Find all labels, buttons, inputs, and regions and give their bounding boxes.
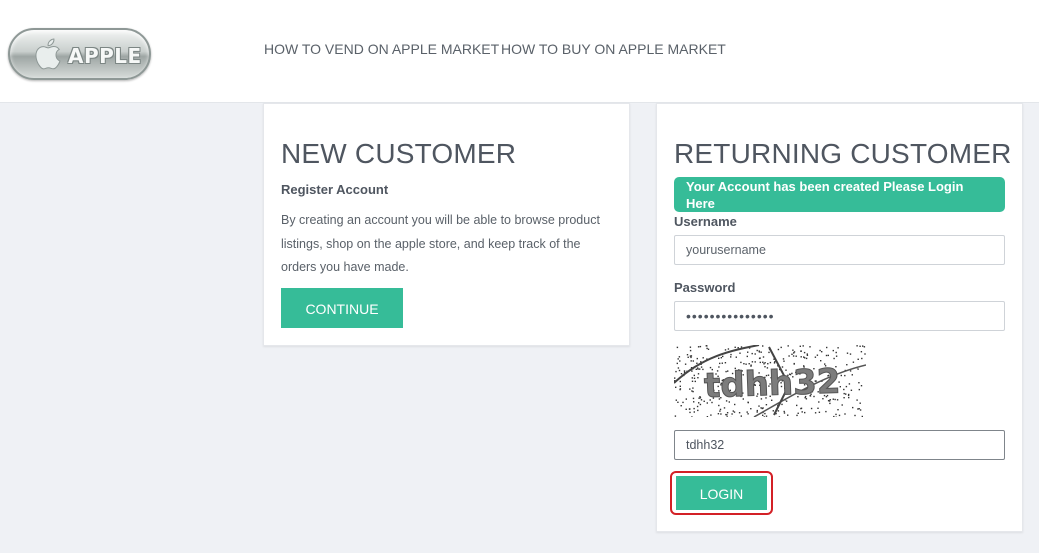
new-customer-title: NEW CUSTOMER <box>281 138 517 169</box>
nav-how-to-vend[interactable]: HOW TO VEND ON APPLE MARKET <box>264 41 499 57</box>
returning-customer-panel: RETURNING CUSTOMER Your Account has been… <box>656 103 1023 532</box>
username-field[interactable]: yourusername <box>674 235 1005 265</box>
returning-customer-title: RETURNING CUSTOMER <box>674 138 1012 169</box>
username-label: Username <box>674 214 737 229</box>
captcha-image: tdhh32 <box>674 345 866 417</box>
login-button[interactable]: LOGIN <box>676 476 767 510</box>
nav-how-to-buy[interactable]: HOW TO BUY ON APPLE MARKET <box>501 41 726 57</box>
register-description: By creating an account you will be able … <box>281 213 600 274</box>
continue-button[interactable]: CONTINUE <box>281 288 403 328</box>
apple-icon <box>35 38 61 70</box>
apple-logo[interactable]: APPLE <box>8 28 151 80</box>
new-customer-panel: NEW CUSTOMER Register Account By creatin… <box>263 103 630 346</box>
password-field[interactable]: ••••••••••••••• <box>674 301 1005 331</box>
captcha-input[interactable]: tdhh32 <box>674 430 1005 460</box>
password-label: Password <box>674 280 736 295</box>
login-button-highlight: LOGIN <box>670 471 773 515</box>
register-account-heading: Register Account <box>281 182 389 197</box>
logo-text: APPLE <box>68 44 142 68</box>
site-header: APPLE HOW TO VEND ON APPLE MARKET HOW TO… <box>0 0 1039 103</box>
account-created-alert: Your Account has been created Please Log… <box>674 177 1005 212</box>
captcha-text: tdhh32 <box>703 362 841 407</box>
